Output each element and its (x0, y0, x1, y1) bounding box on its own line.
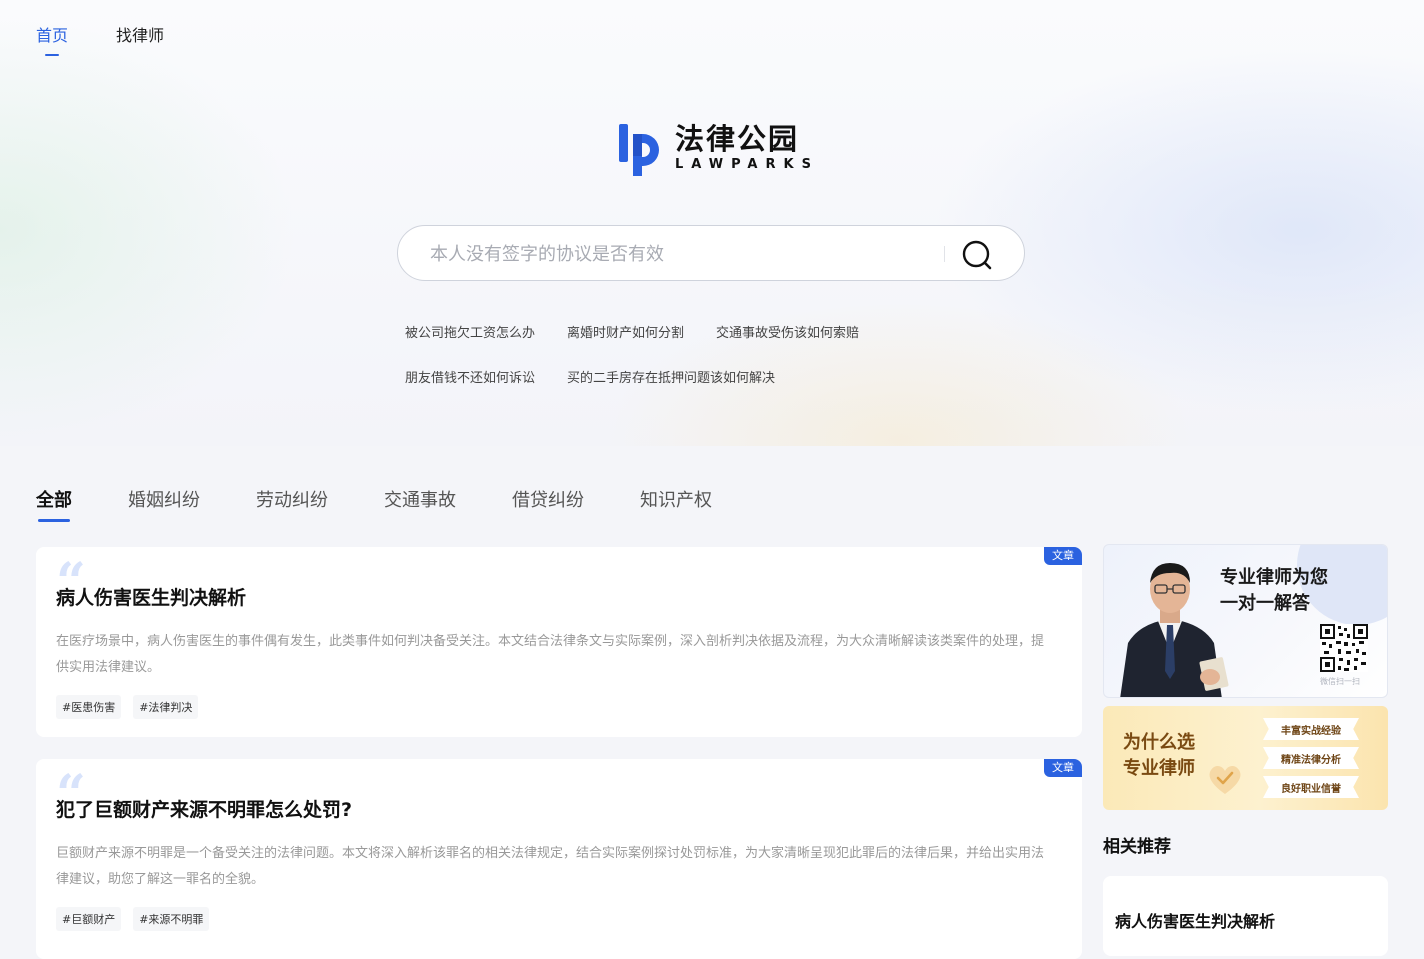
logo-mark-icon (619, 124, 659, 176)
feature-list: 丰富实战经验 精准法律分析 良好职业信誉 (1263, 718, 1359, 805)
suggestion-link[interactable]: 离婚时财产如何分割 (567, 322, 684, 367)
related-title: 相关推荐 (1103, 837, 1171, 857)
search-input[interactable] (428, 234, 932, 274)
why-heading: 为什么选 专业律师 (1123, 730, 1195, 782)
article-tag[interactable]: #法律判决 (133, 695, 199, 719)
article-tag[interactable]: #来源不明罪 (133, 907, 210, 931)
article-tags: #巨额财产 #来源不明罪 (56, 907, 210, 931)
feature-item: 精准法律分析 (1263, 747, 1359, 769)
suggestion-link[interactable]: 被公司拖欠工资怎么办 (405, 322, 535, 367)
article-badge: 文章 (1044, 759, 1082, 777)
article-tags: #医患伤害 #法律判决 (56, 695, 199, 719)
article-desc: 在医疗场景中，病人伤害医生的事件偶有发生，此类事件如何判决备受关注。本文结合法律… (56, 634, 1045, 675)
qr-code-icon[interactable] (1320, 624, 1368, 672)
consult-heading-line1: 专业律师为您 (1220, 567, 1328, 588)
lawyer-portrait-image (1120, 563, 1229, 697)
why-heading-line1: 为什么选 (1123, 732, 1195, 753)
consult-heading-line2: 一对一解答 (1220, 593, 1310, 614)
category-tabs: 全部 婚姻纠纷 劳动纠纷 交通事故 借贷纠纷 知识产权 (36, 486, 712, 512)
suggestion-link[interactable]: 买的二手房存在抵押问题该如何解决 (567, 367, 775, 412)
hero-section: 首页 找律师 法律公园 LAWPARKS 被公司拖欠工资怎么办 离婚时财产如何分… (0, 0, 1424, 446)
related-item-title[interactable]: 病人伤害医生判决解析 (1115, 908, 1275, 932)
search-divider (944, 246, 945, 262)
why-heading-line2: 专业律师 (1123, 758, 1195, 779)
tab-labor[interactable]: 劳动纠纷 (256, 486, 328, 512)
article-card[interactable]: 文章 “ 犯了巨额财产来源不明罪怎么处罚? 巨额财产来源不明罪是一个备受关注的法… (36, 759, 1082, 959)
tab-loan[interactable]: 借贷纠纷 (512, 486, 584, 512)
logo-en-text: LAWPARKS (675, 157, 819, 172)
logo: 法律公园 LAWPARKS (617, 120, 819, 176)
article-card[interactable]: 文章 “ 病人伤害医生判决解析 在医疗场景中，病人伤害医生的事件偶有发生，此类事… (36, 547, 1082, 737)
heart-check-icon (1209, 765, 1241, 794)
consult-heading: 专业律师为您 一对一解答 (1220, 565, 1328, 617)
hot-suggestions: 被公司拖欠工资怎么办 离婚时财产如何分割 交通事故受伤该如何索赔 朋友借钱不还如… (405, 322, 1025, 412)
feature-item: 丰富实战经验 (1263, 718, 1359, 740)
top-nav: 首页 找律师 (36, 22, 164, 52)
tab-all[interactable]: 全部 (36, 486, 72, 512)
search-icon[interactable] (960, 238, 994, 272)
article-title[interactable]: 犯了巨额财产来源不明罪怎么处罚? (56, 795, 352, 822)
search-bar (397, 225, 1025, 281)
nav-item-home[interactable]: 首页 (36, 22, 68, 52)
article-badge: 文章 (1044, 547, 1082, 565)
tab-marriage[interactable]: 婚姻纠纷 (128, 486, 200, 512)
tab-traffic[interactable]: 交通事故 (384, 486, 456, 512)
suggestion-link[interactable]: 交通事故受伤该如何索赔 (716, 322, 859, 367)
lawyer-consult-banner[interactable]: 专业律师为您 一对一解答 微信扫一扫 (1103, 544, 1388, 698)
article-title[interactable]: 病人伤害医生判决解析 (56, 583, 246, 610)
logo-cn-text: 法律公园 (675, 122, 800, 156)
qr-caption: 微信扫一扫 (1320, 677, 1360, 686)
tab-ip[interactable]: 知识产权 (640, 486, 712, 512)
related-item[interactable]: 病人伤害医生判决解析 (1103, 876, 1388, 956)
article-desc: 巨额财产来源不明罪是一个备受关注的法律问题。本文将深入解析该罪名的相关法律规定，… (56, 846, 1045, 887)
why-lawyer-banner[interactable]: 为什么选 专业律师 丰富实战经验 精准法律分析 良好职业信誉 (1103, 706, 1388, 810)
feature-item: 良好职业信誉 (1263, 776, 1359, 798)
nav-item-find-lawyer[interactable]: 找律师 (116, 22, 164, 52)
suggestion-link[interactable]: 朋友借钱不还如何诉讼 (405, 367, 535, 412)
article-tag[interactable]: #医患伤害 (56, 695, 122, 719)
article-tag[interactable]: #巨额财产 (56, 907, 122, 931)
